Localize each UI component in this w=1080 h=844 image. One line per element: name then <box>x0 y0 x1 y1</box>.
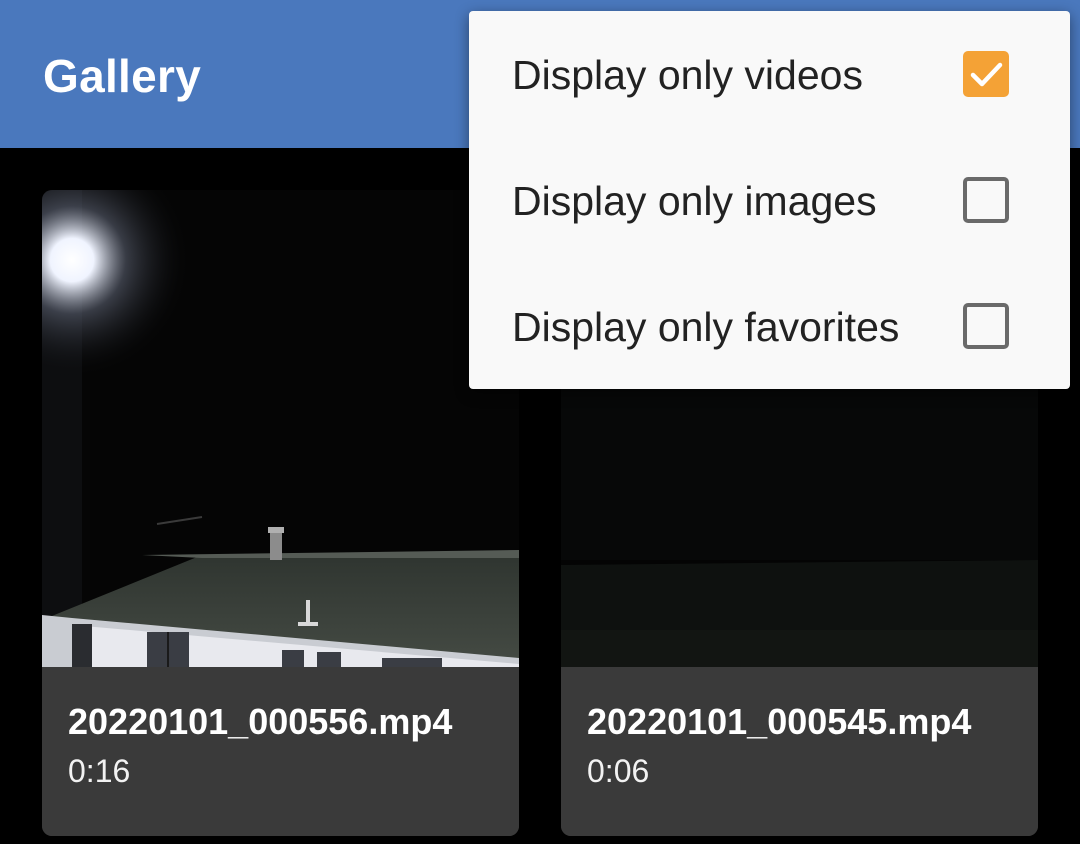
filter-popup-menu: Display only videos Display only images … <box>469 11 1070 389</box>
video-info: 20220101_000545.mp4 0:06 <box>561 667 1038 836</box>
video-info: 20220101_000556.mp4 0:16 <box>42 667 519 836</box>
menu-item-label: Display only images <box>512 178 877 224</box>
video-duration: 0:06 <box>587 753 650 789</box>
gallery-item-video-1[interactable]: 20220101_000556.mp4 0:16 <box>42 190 519 836</box>
video-filename: 20220101_000556.mp4 <box>68 701 453 742</box>
video-duration: 0:16 <box>68 753 131 789</box>
app-title: Gallery <box>43 50 202 102</box>
checkmark-icon <box>970 62 1003 87</box>
gallery-screen: Gallery 20220101_000556.mp4 0:16 2022010… <box>0 0 1080 844</box>
video-thumbnail <box>42 190 519 667</box>
favorites-checkbox[interactable] <box>963 303 1009 349</box>
videos-checkbox[interactable] <box>963 51 1009 97</box>
menu-item-label: Display only favorites <box>512 304 900 350</box>
menu-item-display-only-favorites[interactable]: Display only favorites <box>469 263 1070 389</box>
menu-item-display-only-images[interactable]: Display only images <box>469 137 1070 263</box>
video-filename: 20220101_000545.mp4 <box>587 701 972 742</box>
images-checkbox[interactable] <box>963 177 1009 223</box>
menu-item-label: Display only videos <box>512 52 863 98</box>
menu-item-display-only-videos[interactable]: Display only videos <box>469 11 1070 137</box>
